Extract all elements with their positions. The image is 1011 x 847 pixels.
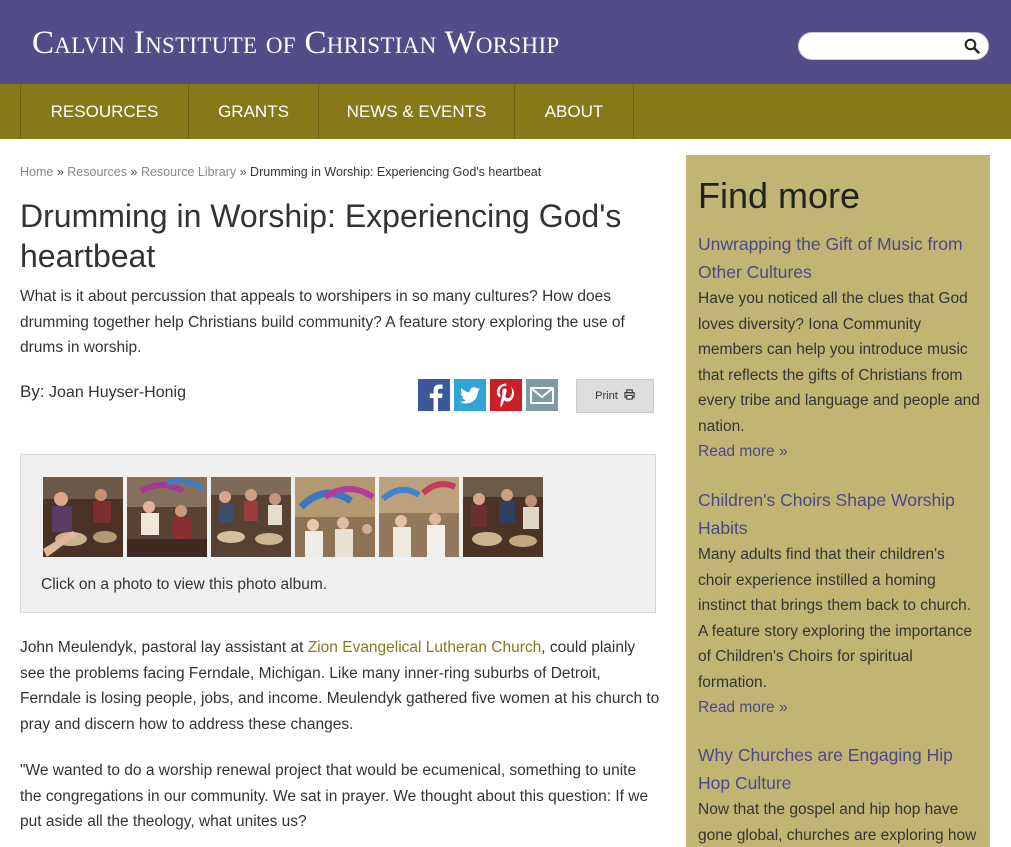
nav-item-resources[interactable]: RESOURCES <box>20 84 188 139</box>
read-more-link[interactable]: Read more » <box>698 439 980 465</box>
sidebar-item: Why Churches are Engaging Hip Hop Cultur… <box>698 741 980 847</box>
article-paragraph: "We wanted to do a worship renewal proje… <box>20 762 649 830</box>
find-more-sidebar: Find more Unwrapping the Gift of Music f… <box>686 155 990 847</box>
album-photo[interactable] <box>463 477 543 557</box>
sidebar-item-title[interactable]: Why Churches are Engaging Hip Hop Cultur… <box>698 741 980 797</box>
search-icon[interactable] <box>964 38 980 54</box>
album-photo[interactable] <box>295 477 375 557</box>
album-photo[interactable] <box>127 477 207 557</box>
byline-label: By: <box>20 382 45 401</box>
church-link[interactable]: Zion Evangelical Lutheran Church <box>308 639 542 656</box>
breadcrumb-resource-library[interactable]: Resource Library <box>141 165 236 179</box>
nav-item-about[interactable]: ABOUT <box>514 84 634 139</box>
breadcrumb-separator: » <box>239 165 247 179</box>
nav-item-news-events[interactable]: NEWS & EVENTS <box>318 84 514 139</box>
sidebar-item-description: Now that the gospel and hip hop have gon… <box>698 801 977 844</box>
search-box[interactable] <box>798 32 989 60</box>
breadcrumb-current: Drumming in Worship: Experiencing God's … <box>250 165 542 179</box>
pinterest-icon[interactable] <box>490 379 522 411</box>
sidebar-item-description: Have you noticed all the clues that God … <box>698 290 980 435</box>
sidebar-item-description: Many adults find that their children's c… <box>698 546 972 691</box>
nav-item-grants[interactable]: GRANTS <box>188 84 318 139</box>
breadcrumb-home[interactable]: Home <box>20 165 53 179</box>
sidebar-item: Children's Choirs Shape Worship Habits M… <box>698 486 980 721</box>
breadcrumb-separator: » <box>130 165 138 179</box>
print-label: Print <box>595 390 618 402</box>
breadcrumb-separator: » <box>56 165 64 179</box>
sidebar-item-title[interactable]: Unwrapping the Gift of Music from Other … <box>698 230 980 286</box>
sidebar-item: Unwrapping the Gift of Music from Other … <box>698 230 980 465</box>
album-caption: Click on a photo to view this photo albu… <box>41 576 328 593</box>
site-header: Calvin Institute of Christian Worship <box>0 0 1011 84</box>
page-title: Drumming in Worship: Experiencing God's … <box>20 198 622 274</box>
photo-album: Click on a photo to view this photo albu… <box>20 454 656 613</box>
search-input[interactable] <box>809 36 959 56</box>
email-icon[interactable] <box>526 379 558 411</box>
byline: By: Joan Huyser-Honig <box>20 382 186 402</box>
breadcrumb: Home » Resources » Resource Library » Dr… <box>20 165 541 179</box>
twitter-icon[interactable] <box>454 379 486 411</box>
read-more-link[interactable]: Read more » <box>698 695 980 721</box>
breadcrumb-resources[interactable]: Resources <box>67 165 127 179</box>
article-summary: What is it about percussion that appeals… <box>20 288 625 356</box>
author-name: Joan Huyser-Honig <box>49 384 186 401</box>
sidebar-item-title[interactable]: Children's Choirs Shape Worship Habits <box>698 486 980 542</box>
facebook-icon[interactable] <box>418 379 450 411</box>
sidebar-heading: Find more <box>698 175 861 216</box>
main-nav: RESOURCES GRANTS NEWS & EVENTS ABOUT <box>0 84 1011 139</box>
album-photo[interactable] <box>379 477 459 557</box>
printer-icon <box>624 389 635 400</box>
album-photo[interactable] <box>43 477 123 557</box>
site-title[interactable]: Calvin Institute of Christian Worship <box>32 24 560 62</box>
album-photo[interactable] <box>211 477 291 557</box>
article-paragraph: John Meulendyk, pastoral lay assistant a… <box>20 635 660 737</box>
print-button[interactable]: Print <box>576 379 654 413</box>
paragraph-text: John Meulendyk, pastoral lay assistant a… <box>20 639 308 656</box>
